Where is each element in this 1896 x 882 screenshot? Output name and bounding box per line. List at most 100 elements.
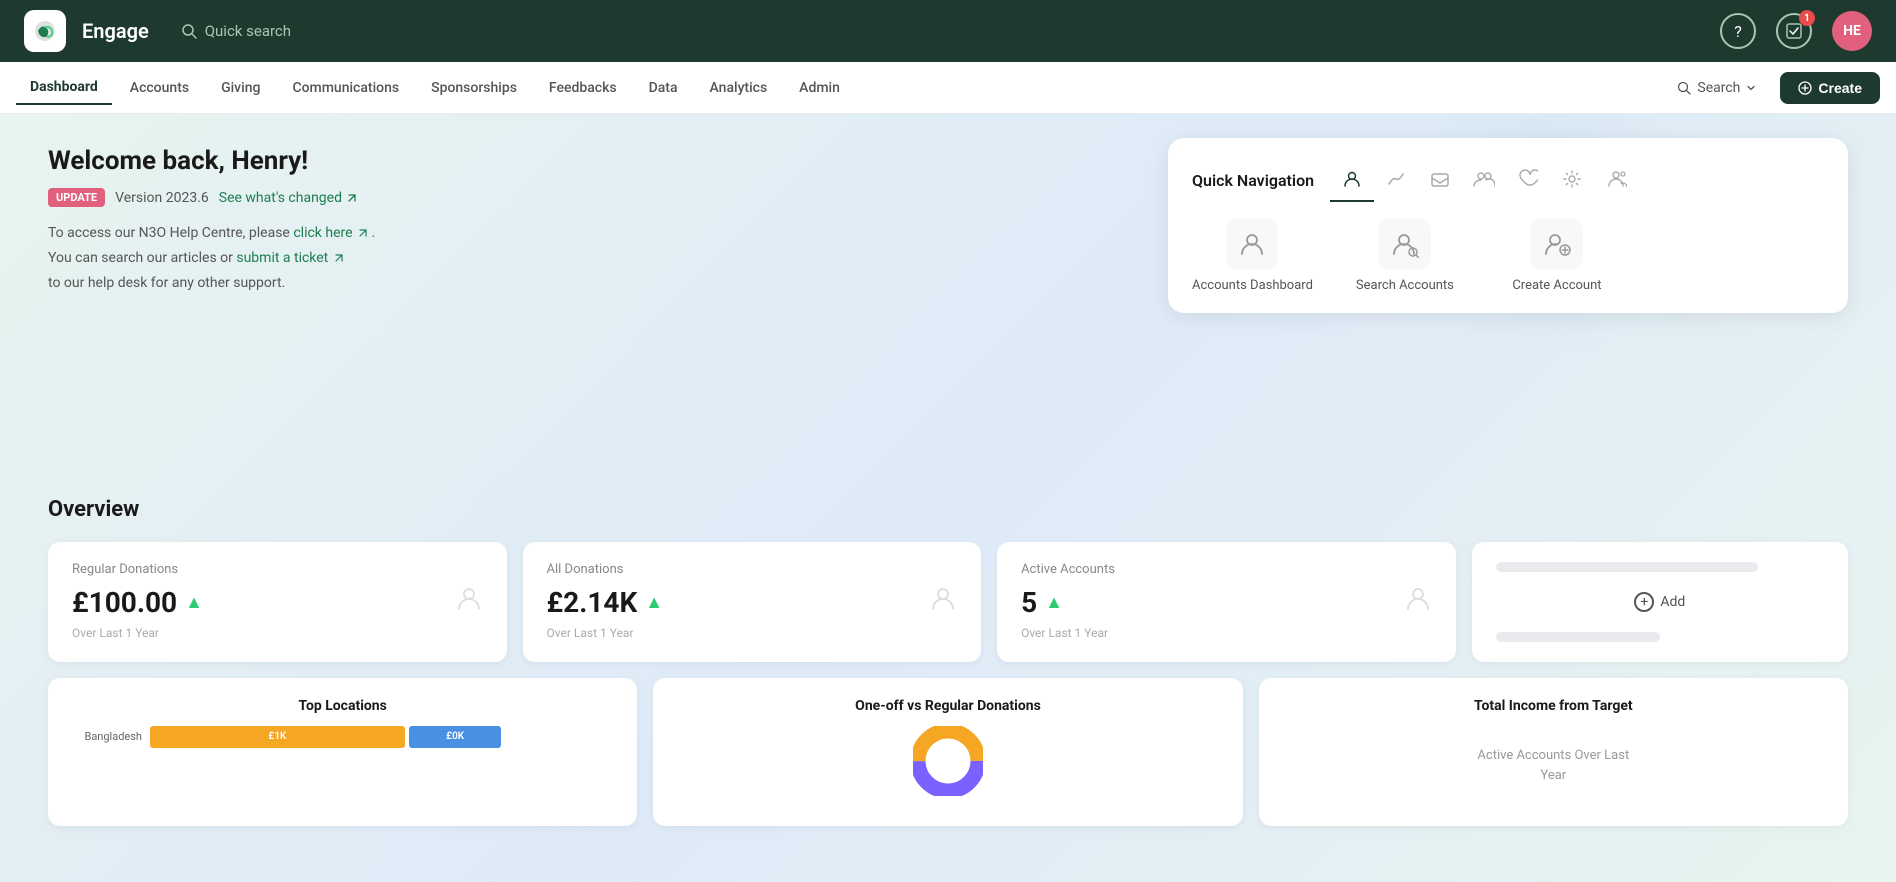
nav-item-giving[interactable]: Giving	[207, 72, 274, 104]
help-text: To access our N3O Help Centre, please cl…	[48, 221, 698, 297]
pie-chart-placeholder	[677, 726, 1218, 796]
search-accounts-icon	[1379, 218, 1431, 270]
quick-nav-tab-heart[interactable]	[1506, 158, 1550, 202]
chart-income-target: Total Income from Target Active Accounts…	[1259, 678, 1848, 826]
add-card-placeholder-1	[1496, 562, 1759, 572]
card-active-accounts-label: Active Accounts	[1021, 562, 1432, 577]
add-label: Add	[1660, 594, 1685, 610]
card-regular-donations-label: Regular Donations	[72, 562, 483, 577]
navbar-right: Search Create	[1665, 72, 1880, 104]
active-accounts-person-icon	[1404, 585, 1432, 620]
quick-nav-item-search-accounts[interactable]: Search Accounts	[1345, 218, 1465, 293]
nav-item-sponsorships[interactable]: Sponsorships	[417, 72, 531, 104]
nav-item-accounts[interactable]: Accounts	[116, 72, 203, 104]
user-avatar[interactable]: HE	[1832, 11, 1872, 51]
quick-nav-panel: Quick Navigation	[1168, 138, 1848, 313]
brand-name: Engage	[82, 19, 149, 43]
quick-nav-tab-gear[interactable]	[1550, 158, 1594, 202]
chart-income-target-title: Total Income from Target	[1283, 698, 1824, 714]
chart-bar-bangladesh: Bangladesh £1K £0K	[72, 726, 613, 748]
all-donations-trend-icon: ▲	[645, 592, 663, 613]
bar-orange: £1K	[150, 726, 405, 748]
help-button[interactable]: ?	[1720, 13, 1756, 49]
card-regular-donations: Regular Donations £100.00 ▲	[48, 542, 507, 662]
active-accounts-trend-icon: ▲	[1045, 592, 1063, 613]
card-regular-donations-value: £100.00 ▲	[72, 586, 203, 619]
card-all-donations-sublabel: Over Last 1 Year	[547, 626, 958, 640]
quick-nav-tabs	[1330, 158, 1638, 202]
chart-donations-type-title: One-off vs Regular Donations	[677, 698, 1218, 714]
click-here-link[interactable]: click here	[293, 225, 371, 241]
chart-bar-container: £1K £0K	[150, 726, 613, 748]
card-all-donations-label: All Donations	[547, 562, 958, 577]
add-card-button[interactable]: + Add	[1496, 584, 1824, 620]
chart-bar-label: Bangladesh	[72, 730, 142, 743]
nav-item-dashboard[interactable]: Dashboard	[16, 71, 112, 105]
topbar: Engage Quick search ? 1 HE	[0, 0, 1896, 62]
nav-search[interactable]: Search	[1665, 74, 1768, 102]
quick-nav-tab-group[interactable]	[1462, 158, 1506, 202]
card-active-accounts: Active Accounts 5 ▲ Over	[997, 542, 1456, 662]
add-card: + Add	[1472, 542, 1848, 662]
quick-nav-items: Accounts Dashboard Search Accounts	[1192, 218, 1824, 293]
create-account-label: Create Account	[1512, 278, 1601, 293]
create-account-icon	[1531, 218, 1583, 270]
quick-nav-tab-accounts[interactable]	[1330, 158, 1374, 202]
active-accounts-chart-area: Active Accounts Over Last Year	[1283, 726, 1824, 806]
quick-nav-tab-inbox[interactable]	[1418, 158, 1462, 202]
quick-nav-title: Quick Navigation	[1192, 171, 1314, 190]
task-badge: 1	[1799, 10, 1815, 26]
card-all-donations-value: £2.14K ▲	[547, 586, 664, 619]
card-regular-donations-sublabel: Over Last 1 Year	[72, 626, 483, 640]
create-button-label: Create	[1818, 80, 1862, 96]
topbar-icons: ? 1 HE	[1720, 11, 1872, 51]
add-icon: +	[1634, 592, 1654, 612]
card-active-accounts-value: 5 ▲	[1021, 586, 1063, 619]
card-all-donations: All Donations £2.14K ▲ O	[523, 542, 982, 662]
see-changes-link[interactable]: See what's changed	[219, 190, 358, 206]
card-active-accounts-sublabel: Over Last 1 Year	[1021, 626, 1432, 640]
bar-blue: £0K	[409, 726, 502, 748]
nav-item-analytics[interactable]: Analytics	[696, 72, 782, 104]
regular-donations-trend-icon: ▲	[185, 592, 203, 613]
all-donations-person-icon	[929, 585, 957, 620]
charts-row: Top Locations Bangladesh £1K £0K One-off…	[48, 678, 1848, 850]
navbar: Dashboard Accounts Giving Communications…	[0, 62, 1896, 114]
accounts-dashboard-label: Accounts Dashboard	[1192, 278, 1313, 293]
quick-nav-tab-chart[interactable]	[1374, 158, 1418, 202]
help-icon: ?	[1734, 22, 1742, 41]
nav-item-data[interactable]: Data	[635, 72, 692, 104]
overview-section: Overview Regular Donations £100.00 ▲	[48, 497, 1848, 850]
regular-donations-person-icon	[455, 585, 483, 620]
quick-nav-item-accounts-dashboard[interactable]: Accounts Dashboard	[1192, 218, 1313, 293]
chart-top-locations-title: Top Locations	[72, 698, 613, 714]
main-content: Welcome back, Henry! UPDATE Version 2023…	[0, 114, 1896, 882]
create-button[interactable]: Create	[1780, 72, 1880, 104]
nav-item-admin[interactable]: Admin	[785, 72, 854, 104]
quick-nav-item-create-account[interactable]: Create Account	[1497, 218, 1617, 293]
update-badge: UPDATE	[48, 188, 105, 207]
submit-ticket-link[interactable]: submit a ticket	[236, 250, 343, 266]
chart-donations-type: One-off vs Regular Donations	[653, 678, 1242, 826]
avatar-initials: HE	[1843, 23, 1861, 39]
overview-title: Overview	[48, 497, 1848, 522]
nav-search-label: Search	[1697, 80, 1740, 96]
add-card-placeholder-2	[1496, 632, 1660, 642]
quick-nav-tab-team[interactable]	[1594, 158, 1638, 202]
app-logo[interactable]	[24, 10, 66, 52]
active-accounts-over-last-year: Active Accounts Over Last Year	[1473, 746, 1633, 785]
welcome-section: Welcome back, Henry! UPDATE Version 2023…	[48, 146, 698, 297]
search-accounts-label: Search Accounts	[1356, 278, 1454, 293]
version-text: Version 2023.6	[115, 190, 209, 206]
quick-nav-header: Quick Navigation	[1192, 158, 1824, 202]
quick-search[interactable]: Quick search	[181, 22, 291, 40]
update-row: UPDATE Version 2023.6 See what's changed	[48, 188, 698, 207]
nav-items: Dashboard Accounts Giving Communications…	[16, 71, 1665, 105]
quick-search-label: Quick search	[205, 22, 291, 40]
chart-bars: Bangladesh £1K £0K	[72, 726, 613, 748]
accounts-dashboard-icon	[1226, 218, 1278, 270]
tasks-button[interactable]: 1	[1776, 13, 1812, 49]
chart-top-locations: Top Locations Bangladesh £1K £0K	[48, 678, 637, 826]
nav-item-communications[interactable]: Communications	[278, 72, 413, 104]
nav-item-feedbacks[interactable]: Feedbacks	[535, 72, 631, 104]
